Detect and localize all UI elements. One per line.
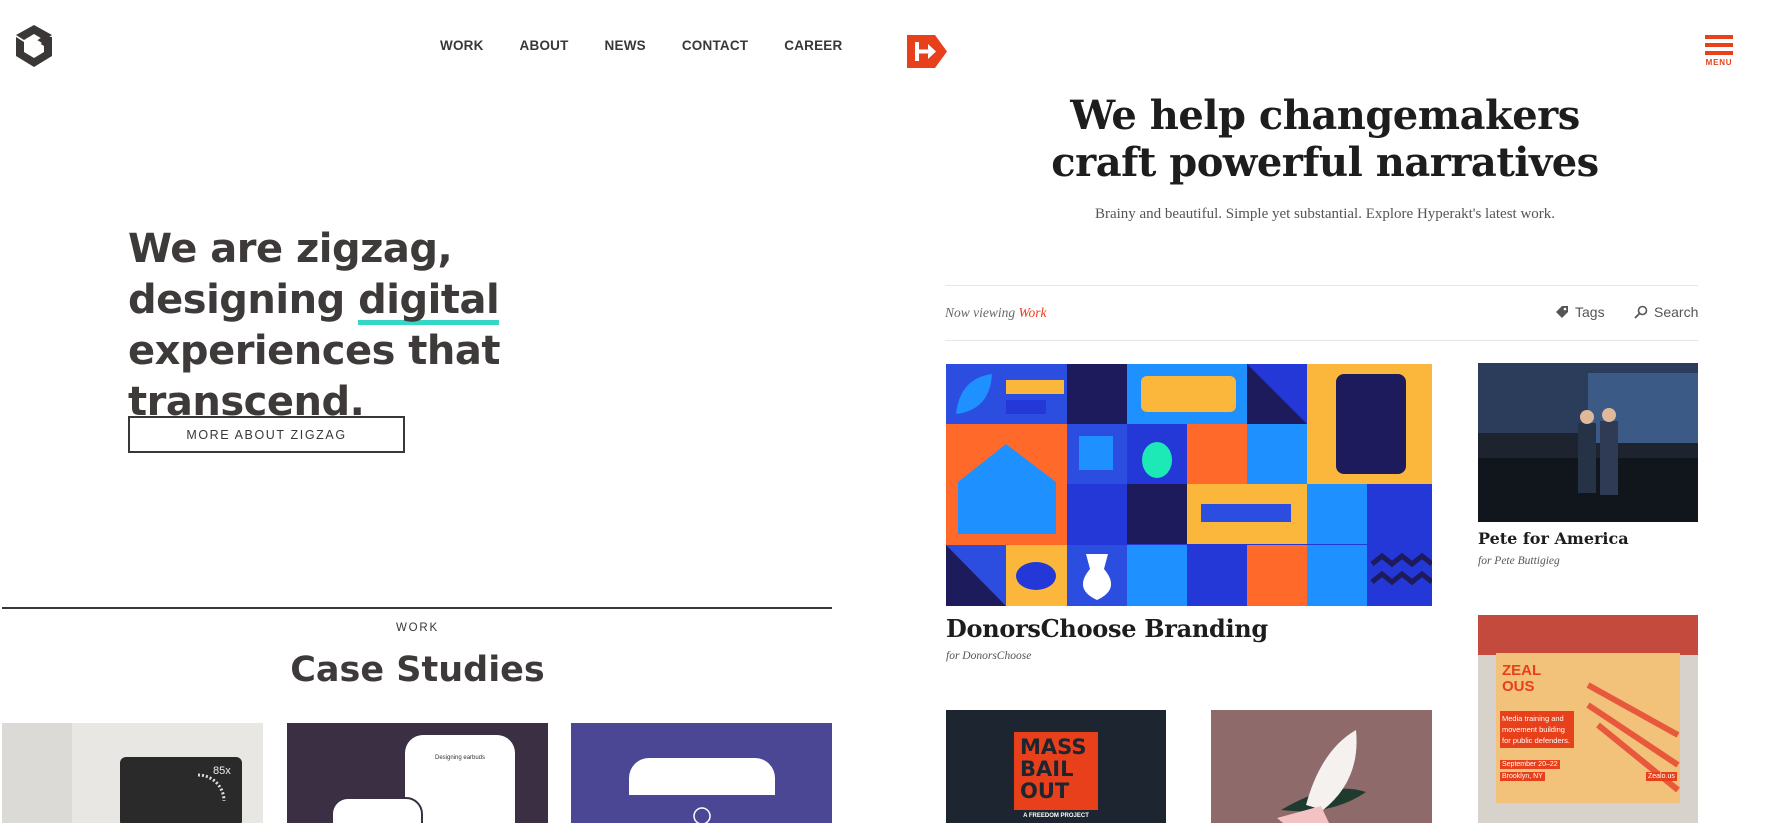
illustration-project-image[interactable]	[1211, 710, 1432, 823]
hyperakt-headline: We help changemakers craft powerful narr…	[945, 92, 1705, 186]
hero-line-2: designing digital	[128, 275, 748, 326]
menu-icon-bar	[1705, 51, 1733, 55]
app-image	[571, 723, 832, 823]
hero-line-1: We are zigzag,	[128, 226, 453, 272]
pete-rally-photo	[1478, 363, 1698, 522]
zealous-date: September 20–22	[1500, 760, 1560, 769]
hyperakt-logo-icon[interactable]	[907, 35, 947, 68]
section-divider	[2, 607, 832, 609]
zealous-title-2: OUS	[1502, 678, 1535, 695]
project-client-pete: for Pete Buttigieg	[1478, 555, 1560, 567]
project-title-donorschoose[interactable]: DonorsChoose Branding	[946, 614, 1268, 643]
tags-label: Tags	[1575, 304, 1605, 320]
mbo-line-1: MASS	[1020, 735, 1087, 759]
headline-line-1: We help changemakers	[1070, 92, 1580, 139]
hero-heading: We are zigzag, designing digital experie…	[128, 224, 748, 428]
menu-button[interactable]: MENU	[1704, 35, 1734, 67]
menu-icon-bar	[1705, 35, 1733, 39]
nav-about[interactable]: ABOUT	[520, 38, 569, 53]
mass-bail-out-project-image[interactable]: MASS BAIL OUT A FREEDOM PROJECT	[946, 710, 1166, 823]
nav-work[interactable]: WORK	[440, 38, 484, 53]
zealous-place: Brooklyn, NY	[1500, 772, 1545, 781]
mbo-line-2: BAIL	[1020, 757, 1074, 781]
nav-news[interactable]: NEWS	[605, 38, 646, 53]
filter-bar-top-rule	[945, 285, 1698, 286]
zigzag-logo-icon[interactable]	[16, 25, 52, 67]
zigzag-page: WORK ABOUT NEWS CONTACT CAREER We are zi…	[0, 0, 842, 823]
now-viewing: Now viewing Work	[945, 305, 1047, 321]
hero-line-3-text: experiences that	[128, 328, 501, 374]
case-study-tile-device[interactable]: 85x	[2, 723, 263, 823]
zealous-project-image[interactable]: ZEAL OUS Media training and movement bui…	[1478, 615, 1698, 823]
hero-line-2-text: designing	[128, 277, 359, 323]
case-study-tile-app[interactable]: zigzag	[571, 723, 832, 823]
search-button[interactable]: Search	[1634, 304, 1698, 320]
tag-icon	[1556, 306, 1568, 318]
zealous-title-1: ZEAL	[1502, 662, 1542, 679]
zealous-body: Media training and movement building for…	[1500, 711, 1574, 748]
nav-contact[interactable]: CONTACT	[682, 38, 748, 53]
case-study-tile-phones[interactable]: Designing earbuds	[287, 723, 548, 823]
mbo-footer: A FREEDOM PROJECT	[1023, 813, 1089, 819]
phones-image	[287, 723, 548, 823]
search-icon	[1634, 305, 1648, 319]
work-label: WORK	[396, 622, 439, 634]
phone-screen-title: Designing earbuds	[435, 755, 486, 761]
now-viewing-current[interactable]: Work	[1019, 305, 1047, 320]
pete-project-image[interactable]	[1478, 363, 1698, 522]
menu-label: MENU	[1705, 58, 1733, 67]
more-about-button[interactable]: MORE ABOUT ZIGZAG	[128, 416, 405, 453]
app-status-bar: zigzag	[657, 787, 675, 793]
nav-career[interactable]: CAREER	[784, 38, 842, 53]
menu-icon-bar	[1705, 43, 1733, 47]
hyperakt-subheadline: Brainy and beautiful. Simple yet substan…	[1094, 206, 1556, 222]
zealous-site: Zealo.us	[1646, 772, 1677, 781]
main-nav: WORK ABOUT NEWS CONTACT CAREER	[440, 38, 842, 53]
hero-line-3: experiences that transcend.	[128, 326, 748, 428]
project-client-donorschoose: for DonorsChoose	[946, 650, 1032, 662]
device-readout: 85x	[213, 765, 231, 777]
case-studies-title: Case Studies	[290, 650, 545, 690]
tags-button[interactable]: Tags	[1555, 304, 1605, 320]
headline-line-2: craft powerful narratives	[1051, 139, 1599, 186]
now-viewing-prefix: Now viewing	[945, 305, 1016, 320]
project-title-pete[interactable]: Pete for America	[1478, 529, 1629, 548]
mbo-line-3: OUT	[1020, 779, 1070, 803]
search-label: Search	[1654, 304, 1699, 320]
filter-bar-bottom-rule	[945, 340, 1698, 341]
donorschoose-icon-grid	[946, 364, 1432, 606]
leaf-illustration	[1211, 710, 1432, 823]
hero-highlight-digital: digital	[358, 277, 500, 325]
donorschoose-project-image[interactable]	[946, 364, 1432, 606]
